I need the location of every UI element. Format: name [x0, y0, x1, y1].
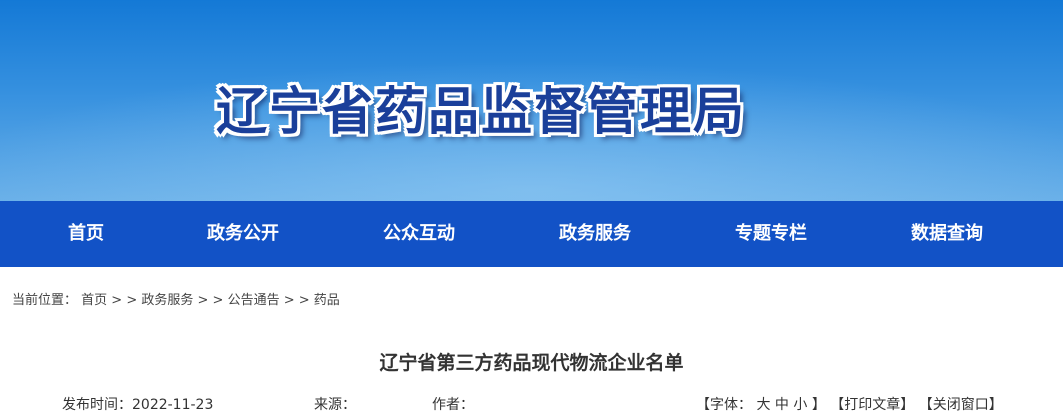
breadcrumb-separator: > >	[279, 293, 314, 308]
publish-label: 发布时间：	[62, 397, 132, 413]
breadcrumb-separator: > >	[193, 293, 228, 308]
author-label: 作者：	[432, 397, 474, 413]
site-title: 辽宁省药品监督管理局	[216, 83, 747, 142]
breadcrumb-announcements[interactable]: 公告通告	[228, 293, 280, 308]
header-banner: 辽宁省药品监督管理局	[0, 0, 1063, 201]
font-size-suffix: 】	[811, 397, 826, 413]
nav-item-special-topics[interactable]: 专题专栏	[735, 201, 807, 267]
breadcrumb: 当前位置： 首页 > > 政务服务 > > 公告通告 > > 药品	[12, 289, 340, 308]
font-medium-button[interactable]: 中	[775, 397, 789, 413]
article-tools: 【字体： 大 中 小 】 【打印文章】 【关闭窗口】	[696, 394, 1003, 414]
nav-item-data-query[interactable]: 数据查询	[911, 201, 983, 267]
breadcrumb-drugs[interactable]: 药品	[314, 293, 340, 308]
print-article-button[interactable]: 【打印文章】	[830, 397, 914, 413]
article-title: 辽宁省第三方药品现代物流企业名单	[379, 352, 684, 374]
nav-item-public-interaction[interactable]: 公众互动	[383, 201, 455, 267]
publish-info: 发布时间：2022-11-23	[62, 394, 213, 414]
close-window-button[interactable]: 【关闭窗口】	[919, 397, 1003, 413]
font-size-prefix: 【字体：	[696, 397, 752, 413]
nav-item-home[interactable]: 首页	[68, 201, 104, 267]
font-large-button[interactable]: 大	[756, 397, 770, 413]
nav-item-government-affairs[interactable]: 政务公开	[207, 201, 279, 267]
breadcrumb-separator: > >	[107, 293, 142, 308]
main-nav: 首页 政务公开 公众互动 政务服务 专题专栏 数据查询	[0, 201, 1063, 267]
font-small-button[interactable]: 小	[793, 397, 807, 413]
publish-date: 2022-11-23	[132, 397, 214, 413]
breadcrumb-home[interactable]: 首页	[81, 293, 107, 308]
nav-item-government-services[interactable]: 政务服务	[559, 201, 631, 267]
breadcrumb-prefix: 当前位置：	[12, 293, 78, 308]
breadcrumb-government-services[interactable]: 政务服务	[141, 293, 193, 308]
source-label: 来源：	[314, 397, 356, 413]
